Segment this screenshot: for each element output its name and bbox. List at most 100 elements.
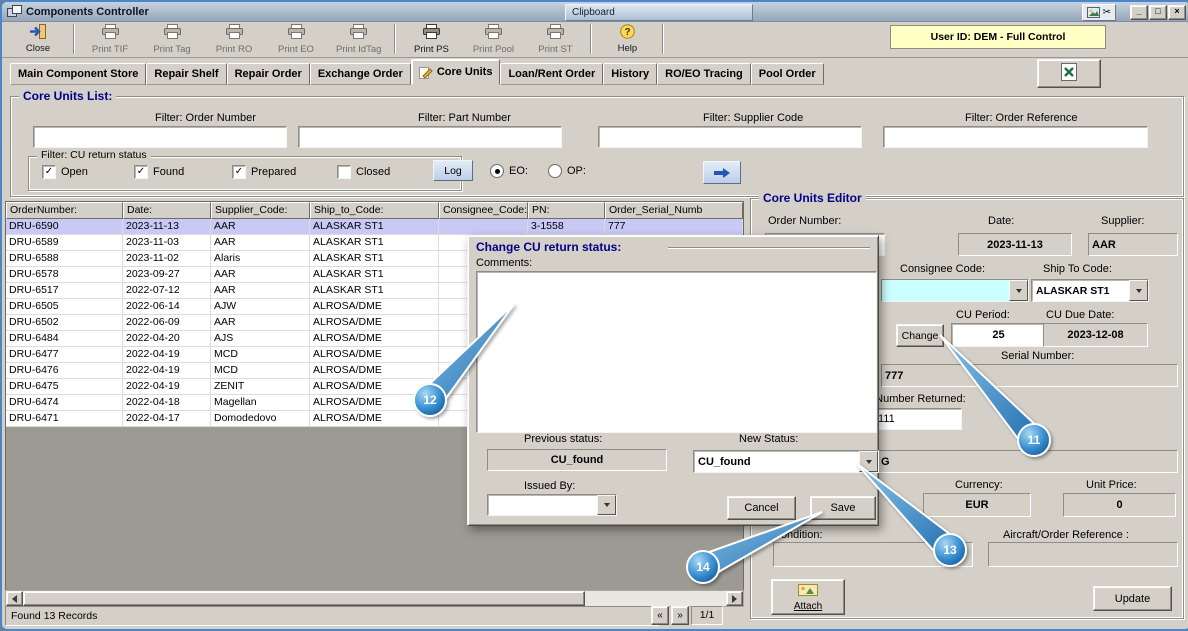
radio-eo[interactable]: EO: [490,164,528,178]
scrollbar-track[interactable] [585,591,726,606]
pager-prev-button[interactable]: « [651,605,669,625]
tab-main-component-store[interactable]: Main Component Store [10,63,147,85]
tab-ro-eo-tracing[interactable]: RO/EO Tracing [657,63,751,85]
printer-icon [546,23,565,43]
ship-to-code-combobox[interactable]: ALASKAR ST1 [1031,279,1149,302]
attach-label: Attach [793,601,823,612]
column-header-consignee-code[interactable]: Consignee_Code: [439,202,528,219]
supplier-value: AAR [1088,233,1178,256]
ship-to-code-label: Ship To Code: [1043,263,1112,275]
column-header-date[interactable]: Date: [123,202,211,219]
column-header-order-serial-numb[interactable]: Order_Serial_Numb [605,202,743,219]
tab-loan-rent-order[interactable]: Loan/Rent Order [500,63,604,85]
filter-order-number-input[interactable] [33,126,287,148]
table-cell: AAR [211,219,310,235]
tab-pool-order[interactable]: Pool Order [750,63,824,85]
chevron-down-icon [603,503,610,507]
table-cell: 2022-04-19 [123,347,211,363]
pager-next-button[interactable]: » [671,605,689,625]
toolbar-button-print-st[interactable]: Print ST [524,22,586,56]
filter-supplier-code-input[interactable] [598,126,862,148]
column-header-ordernumber[interactable]: OrderNumber: [6,202,123,219]
tab-repair-order[interactable]: Repair Order [226,63,310,85]
issued-by-dropdown-button[interactable] [597,495,616,515]
new-status-dropdown-button[interactable] [859,451,878,472]
titlebar: Components Controller Clipboard ✂ _ □ × [2,2,1188,22]
cancel-button[interactable]: Cancel [727,496,796,520]
forward-arrow-button[interactable] [703,161,741,184]
left-arrow-icon [12,594,17,603]
close-window-button[interactable]: × [1168,5,1186,20]
table-cell: ALASKAR ST1 [310,219,439,235]
log-button[interactable]: Log [433,160,473,181]
table-cell: DRU-6588 [6,251,123,267]
toolbar-button-label: Print TIF [91,43,129,55]
chevron-down-icon [1135,288,1142,293]
scissors-tool-icon[interactable]: ✂ [1103,7,1111,18]
right-arrow-icon [732,594,737,603]
checkbox-closed[interactable]: Closed [337,165,390,179]
radio-op[interactable]: OP: [548,164,586,178]
checkbox-prepared[interactable]: ✓ Prepared [232,165,296,179]
horizontal-scrollbar[interactable] [5,590,744,607]
ship-to-dropdown-button[interactable] [1129,280,1148,301]
filter-order-reference-input[interactable] [883,126,1148,148]
page-indicator: 1/1 [691,605,723,625]
scroll-left-button[interactable] [6,591,23,606]
restore-button[interactable]: □ [1149,5,1167,20]
filter-part-number-label: Filter: Part Number [418,112,511,124]
comments-textarea[interactable] [476,271,877,433]
checkbox-found[interactable]: ✓ Found [134,165,184,179]
toolbar-separator [73,24,75,54]
toolbar-button-print-ps[interactable]: Print PS [400,22,462,56]
column-header-supplier-code[interactable]: Supplier_Code: [211,202,310,219]
table-cell: DRU-6517 [6,283,123,299]
update-button[interactable]: Update [1093,586,1172,611]
tab-history[interactable]: History [603,63,658,85]
minimize-button[interactable]: _ [1130,5,1148,20]
toolbar-button-help[interactable]: ? Help [596,22,658,56]
column-header-ship-to-code[interactable]: Ship_to_Code: [310,202,439,219]
tab-repair-shelf[interactable]: Repair Shelf [146,63,227,85]
tab-exchange-order[interactable]: Exchange Order [309,63,411,85]
issued-by-combobox[interactable] [487,494,617,516]
table-cell: AJW [211,299,310,315]
scroll-right-button[interactable] [726,591,743,606]
toolbar-button-print-pool[interactable]: Print Pool [462,22,524,56]
tab-core-units[interactable]: Core Units [410,59,501,85]
titlebar-tools: ✂ [1081,4,1116,21]
table-cell: Alaris [211,251,310,267]
excel-icon [1059,62,1079,85]
new-status-value: CU_found [698,455,751,468]
table-row[interactable]: DRU-6590 2023-11-13 AAR ALASKAR ST1 3-1558 77… [6,219,743,235]
attach-button[interactable]: Attach [771,579,845,615]
export-excel-button[interactable] [1037,59,1101,88]
consignee-code-combobox[interactable] [881,279,1029,302]
save-button[interactable]: Save [810,496,876,520]
svg-text:?: ? [624,27,630,38]
consignee-dropdown-button[interactable] [1009,280,1028,301]
change-button[interactable]: Change [896,324,944,347]
table-cell: ALROSA/DME [310,299,439,315]
tab-label: Core Units [436,66,493,78]
toolbar-button-print-ro[interactable]: Print RO [203,22,265,56]
toolbar-button-print-idtag[interactable]: Print IdTag [327,22,390,56]
toolbar-button-print-tag[interactable]: Print Tag [141,22,203,56]
checkbox-open[interactable]: ✓ Open [42,165,88,179]
scrollbar-thumb[interactable] [23,591,585,606]
filter-part-number-input[interactable] [298,126,562,148]
table-cell: 3-1558 [528,219,605,235]
dialog-title-line [668,247,870,249]
record-count: Found 13 Records [11,610,98,622]
currency-label: Currency: [955,479,1003,491]
image-tool-icon[interactable] [1086,7,1100,18]
consignee-code-value [882,280,1009,301]
clipboard-titlebar[interactable]: Clipboard [565,4,753,21]
cu-period-value[interactable]: 25 [951,323,1046,347]
column-header-pn[interactable]: PN: [528,202,605,219]
toolbar-button-print-tif[interactable]: Print TIF [79,22,141,56]
new-status-combobox[interactable]: CU_found [693,450,879,473]
toolbar-button-print-eo[interactable]: Print EO [265,22,327,56]
tab-label: Repair Order [234,68,302,80]
toolbar-button-close[interactable]: Close [7,22,69,56]
